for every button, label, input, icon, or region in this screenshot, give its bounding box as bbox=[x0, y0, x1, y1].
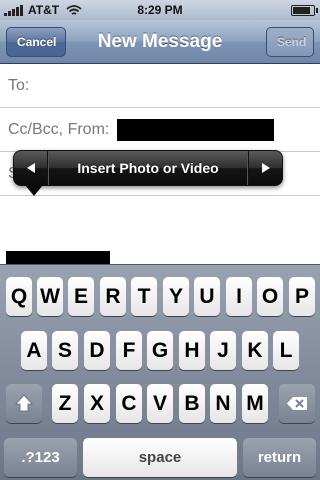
redacted-from-address bbox=[117, 119, 274, 141]
to-label: To: bbox=[8, 77, 30, 94]
numbers-key[interactable]: .?123 bbox=[4, 438, 77, 477]
key-o[interactable]: O bbox=[257, 277, 283, 316]
key-q[interactable]: Q bbox=[6, 277, 32, 316]
redacted-body-text bbox=[6, 251, 110, 265]
edit-callout-menu: Insert Photo or Video bbox=[13, 150, 283, 186]
key-x[interactable]: X bbox=[84, 384, 110, 423]
callout-prev-button[interactable] bbox=[14, 151, 48, 185]
key-z[interactable]: Z bbox=[52, 384, 78, 423]
key-u[interactable]: U bbox=[194, 277, 220, 316]
key-a[interactable]: A bbox=[21, 331, 47, 370]
page-title: New Message bbox=[97, 31, 223, 52]
key-d[interactable]: D bbox=[84, 331, 110, 370]
space-key[interactable]: space bbox=[83, 438, 237, 477]
return-key[interactable]: return bbox=[243, 438, 316, 477]
callout-pointer bbox=[25, 185, 43, 196]
triangle-left-icon bbox=[26, 163, 35, 173]
key-l[interactable]: L bbox=[273, 331, 299, 370]
shift-key[interactable] bbox=[6, 384, 42, 423]
cc-bcc-from-field[interactable]: Cc/Bcc, From: bbox=[0, 108, 320, 152]
delete-key[interactable] bbox=[279, 384, 315, 423]
key-k[interactable]: K bbox=[242, 331, 268, 370]
to-field[interactable]: To: bbox=[0, 64, 320, 108]
key-f[interactable]: F bbox=[116, 331, 142, 370]
key-g[interactable]: G bbox=[147, 331, 173, 370]
key-m[interactable]: M bbox=[242, 384, 268, 423]
key-e[interactable]: E bbox=[68, 277, 94, 316]
key-c[interactable]: C bbox=[116, 384, 142, 423]
triangle-right-icon bbox=[261, 163, 270, 173]
key-h[interactable]: H bbox=[179, 331, 205, 370]
key-j[interactable]: J bbox=[210, 331, 236, 370]
key-t[interactable]: T bbox=[131, 277, 157, 316]
key-n[interactable]: N bbox=[210, 384, 236, 423]
navigation-bar: Cancel New Message Send bbox=[0, 20, 320, 64]
backspace-icon bbox=[287, 397, 307, 410]
shift-arrow-icon bbox=[15, 394, 33, 412]
key-p[interactable]: P bbox=[289, 277, 315, 316]
battery-icon bbox=[291, 5, 318, 16]
key-y[interactable]: Y bbox=[163, 277, 189, 316]
cancel-button[interactable]: Cancel bbox=[6, 27, 66, 57]
key-i[interactable]: I bbox=[226, 277, 252, 316]
key-b[interactable]: B bbox=[179, 384, 205, 423]
status-bar: AT&T 8:29 PM bbox=[0, 0, 320, 20]
cc-bcc-from-label: Cc/Bcc, From: bbox=[8, 121, 110, 138]
insert-photo-or-video-button[interactable]: Insert Photo or Video bbox=[49, 151, 247, 185]
status-time: 8:29 PM bbox=[137, 3, 183, 17]
send-button[interactable]: Send bbox=[266, 27, 314, 57]
keyboard: Q W E R T Y U I O P A S D F G H J K L Z … bbox=[0, 264, 320, 480]
key-r[interactable]: R bbox=[100, 277, 126, 316]
key-w[interactable]: W bbox=[37, 277, 63, 316]
callout-next-button[interactable] bbox=[248, 151, 282, 185]
key-v[interactable]: V bbox=[147, 384, 173, 423]
key-s[interactable]: S bbox=[52, 331, 78, 370]
